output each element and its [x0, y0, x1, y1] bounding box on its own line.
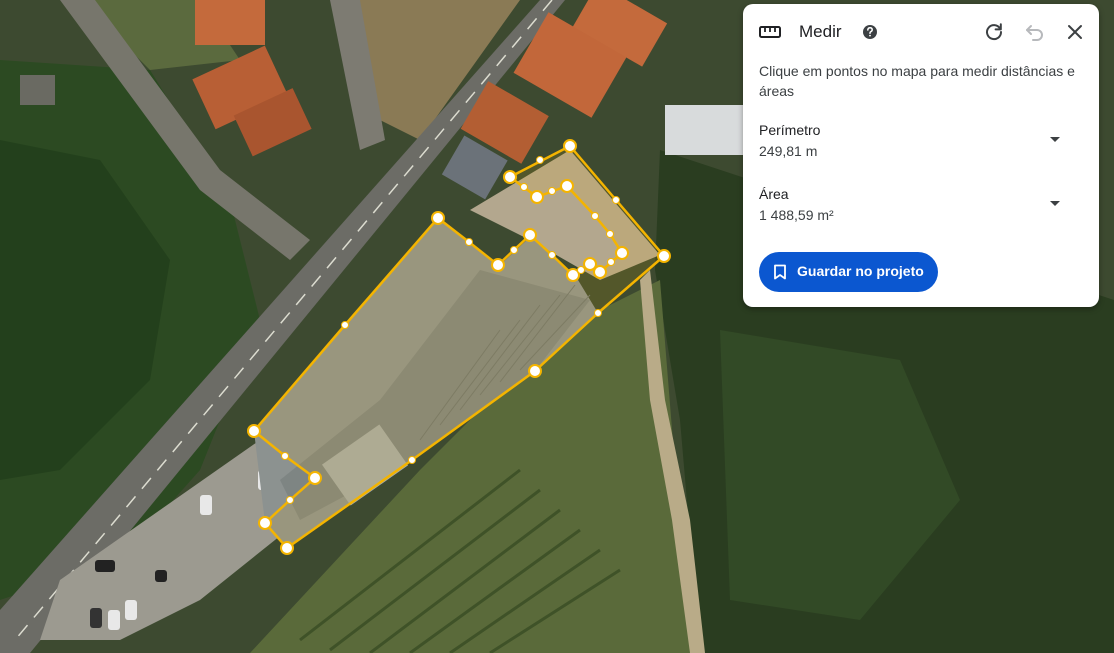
perimeter-row[interactable]: Perímetro 249,81 m [743, 122, 1099, 168]
measure-point[interactable] [280, 541, 294, 555]
measure-panel-header: Medir [743, 4, 1099, 60]
reset-icon[interactable] [982, 20, 1006, 44]
save-to-project-button[interactable]: Guardar no projeto [759, 252, 938, 292]
measure-panel: Medir Clique em pontos no mapa para medi… [743, 4, 1099, 307]
panel-description: Clique em pontos no mapa para medir dist… [759, 63, 1075, 99]
area-value: 1 488,59 m² [759, 207, 834, 223]
area-label: Área [759, 186, 789, 202]
measure-point[interactable] [560, 179, 574, 193]
measure-point[interactable] [523, 228, 537, 242]
caret-down-icon[interactable] [1048, 132, 1062, 146]
caret-down-icon[interactable] [1048, 196, 1062, 210]
measure-point[interactable] [593, 265, 607, 279]
bookmark-icon [774, 264, 786, 280]
panel-title: Medir [799, 22, 842, 41]
measure-point[interactable] [530, 190, 544, 204]
measure-point[interactable] [308, 471, 322, 485]
measure-point[interactable] [431, 211, 445, 225]
perimeter-label: Perímetro [759, 122, 821, 138]
measure-point[interactable] [615, 246, 629, 260]
area-row[interactable]: Área 1 488,59 m² [743, 186, 1099, 232]
measure-point[interactable] [503, 170, 517, 184]
measure-point[interactable] [528, 364, 542, 378]
measure-point[interactable] [491, 258, 505, 272]
help-icon[interactable] [861, 23, 879, 41]
measure-point[interactable] [247, 424, 261, 438]
perimeter-value: 249,81 m [759, 143, 818, 159]
measure-point[interactable] [258, 516, 272, 530]
close-icon[interactable] [1063, 20, 1087, 44]
measure-point[interactable] [563, 139, 577, 153]
save-button-label: Guardar no projeto [797, 263, 924, 279]
undo-icon[interactable] [1023, 20, 1047, 44]
measure-point[interactable] [657, 249, 671, 263]
ruler-icon [759, 26, 781, 38]
